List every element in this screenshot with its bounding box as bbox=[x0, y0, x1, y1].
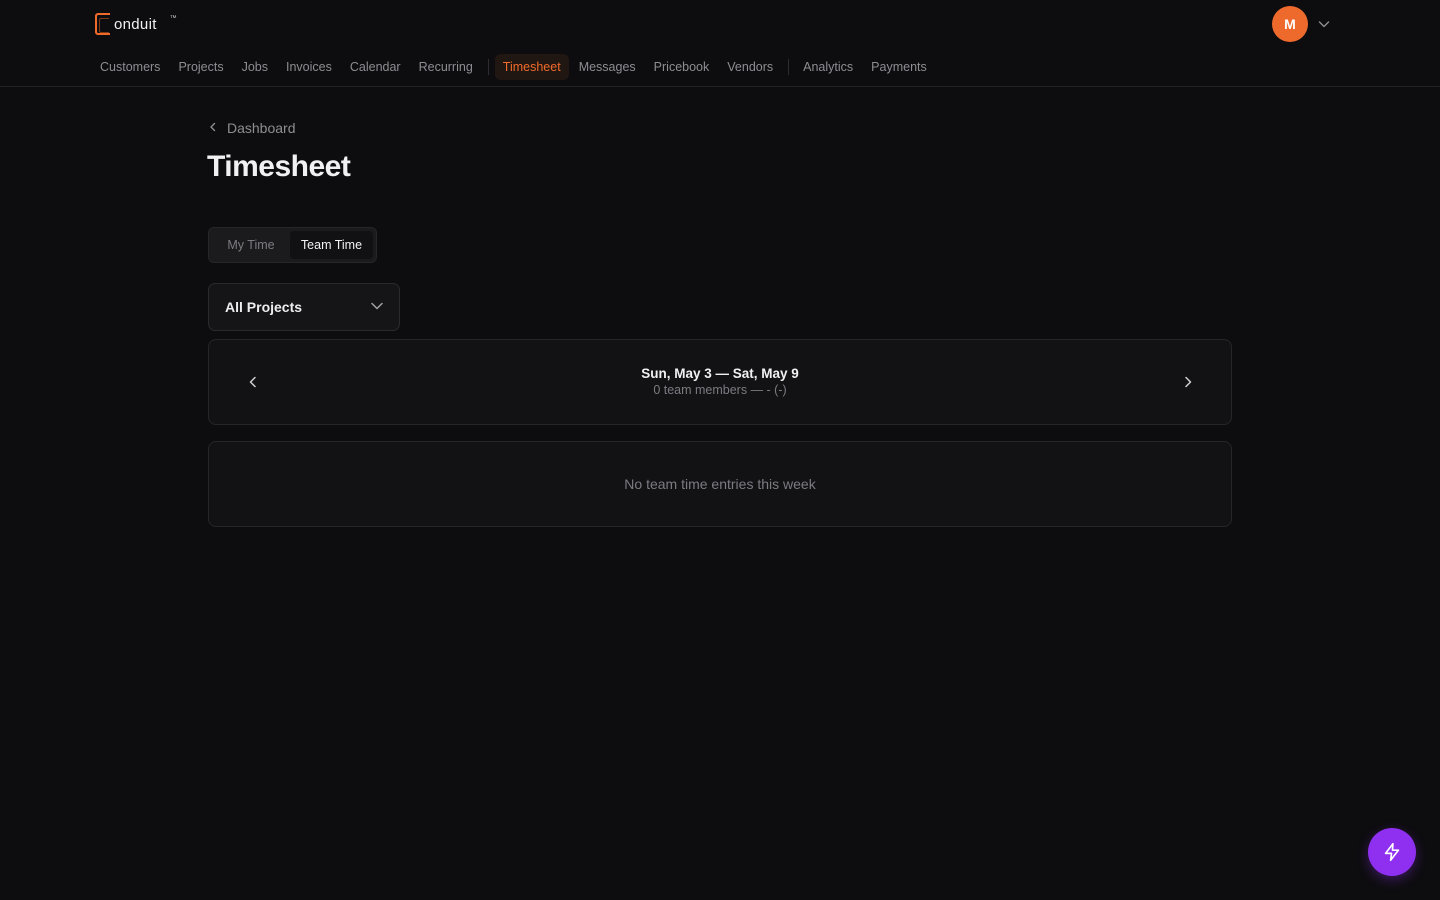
nav-item-analytics[interactable]: Analytics bbox=[795, 54, 861, 80]
chevron-down-icon[interactable] bbox=[1316, 16, 1332, 32]
chevron-down-icon bbox=[369, 298, 385, 317]
conduit-logo[interactable]: onduit ™ bbox=[95, 12, 177, 36]
project-filter-select[interactable]: All Projects bbox=[208, 283, 400, 331]
chevron-right-icon bbox=[1185, 376, 1192, 388]
next-week-button[interactable] bbox=[1180, 374, 1196, 390]
page-title: Timesheet bbox=[207, 150, 351, 183]
nav-item-pricebook[interactable]: Pricebook bbox=[646, 54, 718, 80]
nav-item-invoices[interactable]: Invoices bbox=[278, 54, 340, 80]
empty-state: No team time entries this week bbox=[208, 441, 1232, 527]
project-filter-value: All Projects bbox=[225, 299, 303, 315]
week-subtitle: 0 team members — - (-) bbox=[653, 383, 787, 397]
team-time-tab[interactable]: Team Time bbox=[290, 231, 373, 259]
main-nav: Customers Projects Jobs Invoices Calenda… bbox=[92, 52, 937, 82]
chevron-left-icon bbox=[207, 120, 227, 136]
quick-action-button[interactable] bbox=[1368, 828, 1416, 876]
nav-divider bbox=[788, 59, 790, 75]
nav-divider bbox=[487, 59, 489, 75]
logo-trademark: ™ bbox=[169, 14, 177, 22]
week-range: Sun, May 3 — Sat, May 9 bbox=[641, 366, 799, 381]
lightning-icon bbox=[1384, 842, 1400, 862]
logo-mark-icon bbox=[95, 13, 110, 35]
nav-item-projects[interactable]: Projects bbox=[170, 54, 231, 80]
breadcrumb[interactable]: Dashboard bbox=[207, 120, 296, 136]
avatar[interactable]: M bbox=[1272, 6, 1308, 42]
nav-item-vendors[interactable]: Vendors bbox=[719, 54, 781, 80]
top-header: onduit ™ M Customers Projects Jobs Invoi… bbox=[0, 0, 1440, 87]
week-navigator: Sun, May 3 — Sat, May 9 0 team members —… bbox=[208, 339, 1232, 425]
empty-state-message: No team time entries this week bbox=[624, 476, 816, 492]
time-scope-toggle: My Time Team Time bbox=[208, 227, 377, 263]
nav-item-recurring[interactable]: Recurring bbox=[411, 54, 481, 80]
nav-item-calendar[interactable]: Calendar bbox=[342, 54, 409, 80]
nav-item-jobs[interactable]: Jobs bbox=[234, 54, 276, 80]
my-time-tab[interactable]: My Time bbox=[212, 231, 290, 259]
nav-item-payments[interactable]: Payments bbox=[863, 54, 935, 80]
week-summary: Sun, May 3 — Sat, May 9 0 team members —… bbox=[209, 366, 1231, 397]
breadcrumb-label: Dashboard bbox=[227, 120, 296, 136]
nav-item-timesheet[interactable]: Timesheet bbox=[494, 54, 569, 80]
nav-item-customers[interactable]: Customers bbox=[92, 54, 168, 80]
nav-item-messages[interactable]: Messages bbox=[571, 54, 644, 80]
logo-text: onduit bbox=[114, 15, 157, 33]
